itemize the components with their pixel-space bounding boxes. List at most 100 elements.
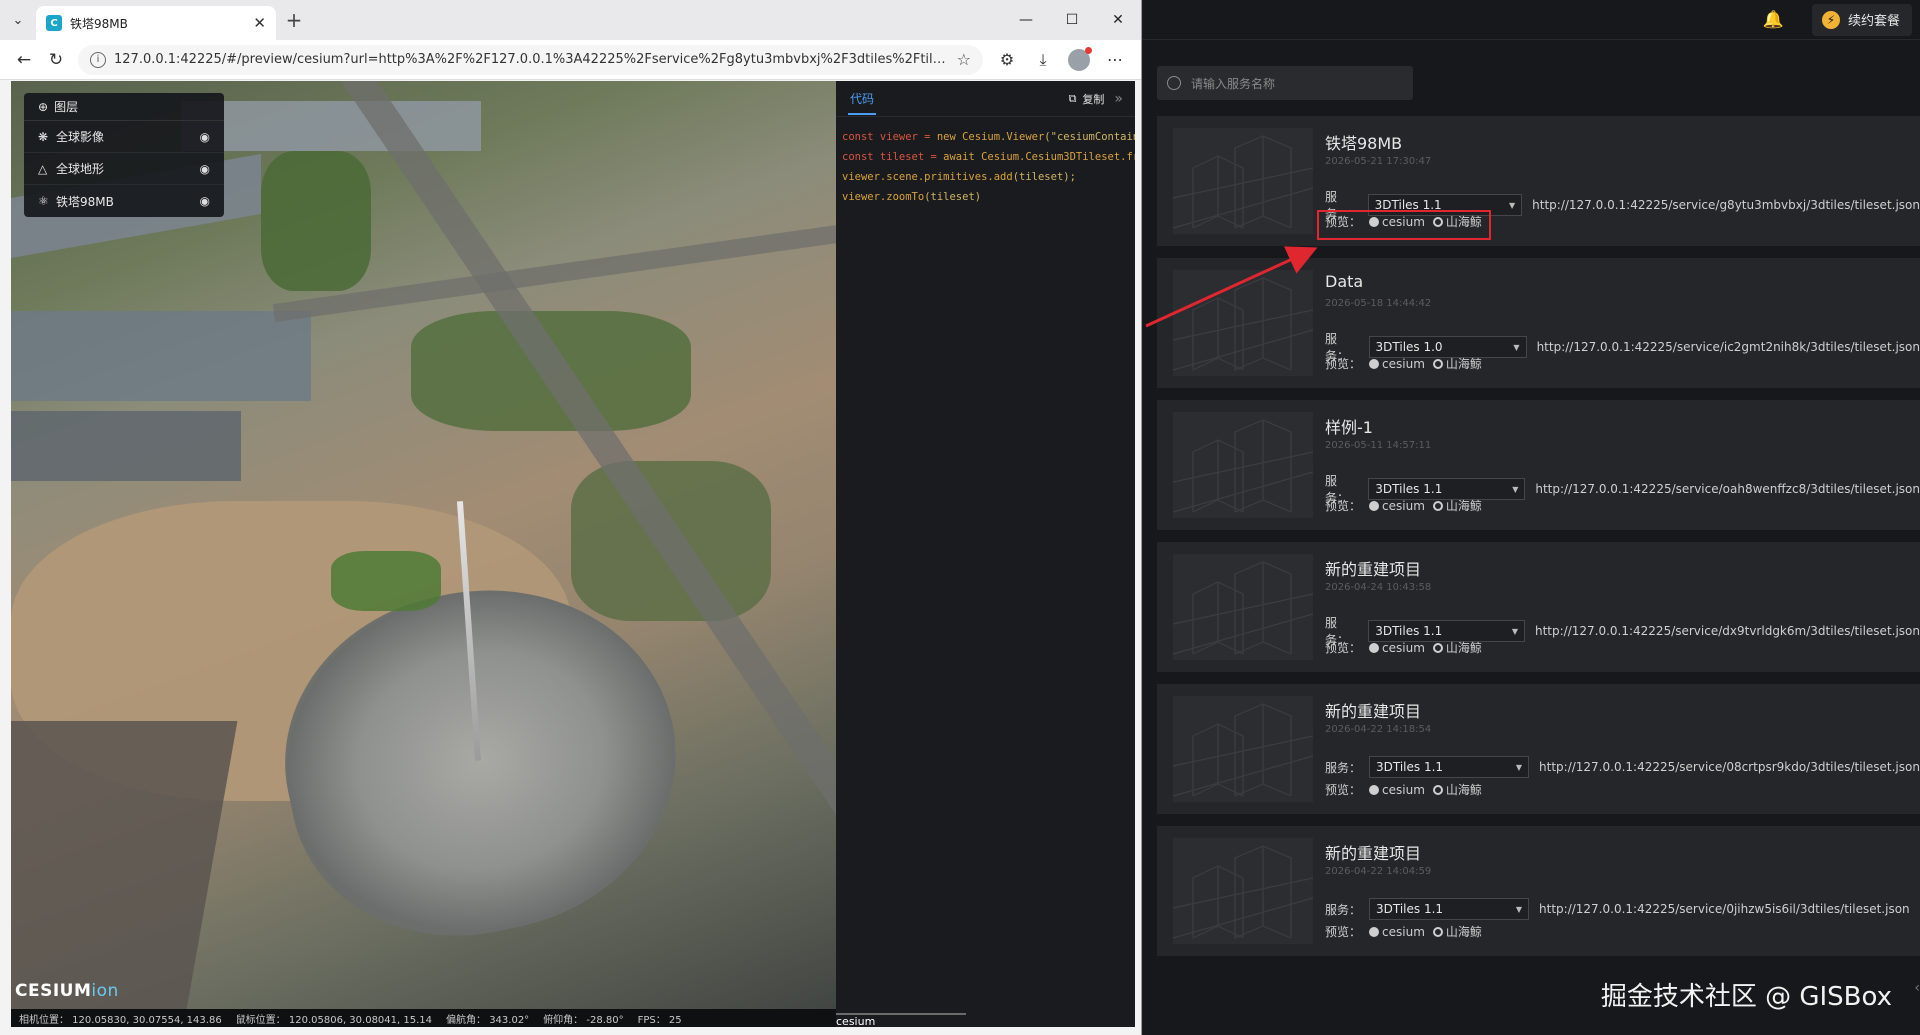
url-field[interactable]: i 127.0.0.1:42225/#/preview/cesium?url=h… <box>78 44 983 75</box>
new-tab-icon[interactable]: + <box>276 8 312 32</box>
preview-shanhai-label: 山海鲸 <box>1445 357 1482 371</box>
renew-plan-button[interactable]: ⚡ 续约套餐 <box>1811 3 1912 36</box>
code-editor[interactable]: const viewer = new Cesium.Viewer("cesium… <box>836 117 1135 217</box>
back-icon[interactable]: ← <box>8 50 40 70</box>
browser-tab[interactable]: C 铁塔98MB ✕ <box>36 6 276 40</box>
aerial-building <box>11 311 311 401</box>
service-card[interactable]: 新的重建项目 2026-04-22 14:04:59 服务： 3DTiles 1.1 ▼… <box>1157 826 1920 956</box>
service-card[interactable]: 新的重建项目 2026-04-22 14:18:54 服务： 3DTiles 1.1 ▼… <box>1157 684 1920 814</box>
code-panel: 代码 ⧉ 复制 » const viewer = new Cesium.View… <box>836 81 1135 1027</box>
aerial-trees <box>331 551 441 611</box>
code-line: viewer.scene.primitives.add(tileset); <box>842 171 1076 183</box>
layer-item-model[interactable]: ⚛ 铁塔98MB ◉ <box>24 185 224 217</box>
aerial-building <box>11 721 238 1021</box>
service-url[interactable]: http://127.0.0.1:42225/service/ic2gmt2ni… <box>1537 340 1920 354</box>
service-version-select[interactable]: 3DTiles 1.1 ▼ <box>1369 898 1530 920</box>
minimize-icon[interactable]: — <box>1003 0 1049 40</box>
preview-cesium-label: cesium <box>1382 356 1425 371</box>
service-url[interactable]: http://127.0.0.1:42225/service/g8ytu3mbv… <box>1532 198 1920 212</box>
preview-cesium-link[interactable]: cesium <box>1369 357 1425 371</box>
chevron-down-icon: ▼ <box>1513 342 1520 352</box>
collapse-panel-icon[interactable]: » <box>1114 91 1123 107</box>
service-thumbnail <box>1173 412 1313 518</box>
cesium-ion-logo[interactable]: CESIUMion <box>15 981 119 1001</box>
service-title: 新的重建项目 <box>1325 702 1422 721</box>
visibility-eye-icon[interactable]: ◉ <box>200 130 210 144</box>
download-icon[interactable]: ⤓ <box>1025 50 1061 70</box>
renew-label: 续约套餐 <box>1847 14 1900 29</box>
address-bar: ← ↻ i 127.0.0.1:42225/#/preview/cesium?u… <box>0 40 1141 80</box>
extensions-icon[interactable]: ⚙ <box>989 50 1025 69</box>
tab-code[interactable]: 代码 <box>848 82 877 115</box>
preview-shanhai-link[interactable]: 山海鲸 <box>1432 639 1482 656</box>
service-title: 新的重建项目 <box>1325 560 1422 579</box>
tab-actions-menu-icon[interactable]: ⌄ <box>0 0 36 40</box>
maximize-icon[interactable]: ☐ <box>1049 0 1095 40</box>
select-value: 3DTiles 1.1 <box>1375 482 1443 496</box>
preview-cesium-link[interactable]: cesium <box>1369 641 1425 655</box>
service-url[interactable]: http://127.0.0.1:42225/service/0jihzw5is… <box>1539 902 1910 916</box>
layer-label: 全球影像 <box>56 130 105 144</box>
preview-shanhai-link[interactable]: 山海鲸 <box>1432 355 1482 372</box>
visibility-eye-icon[interactable]: ◉ <box>200 194 210 208</box>
service-title: 铁塔98MB <box>1325 134 1403 153</box>
service-row: 服务： 3DTiles 1.1 ▼ http://127.0.0.1:42225/se… <box>1325 898 1910 920</box>
close-window-icon[interactable]: ✕ <box>1095 0 1141 40</box>
search-icon <box>1167 76 1181 90</box>
service-url[interactable]: http://127.0.0.1:42225/service/08crtpsr9… <box>1539 760 1920 774</box>
reload-icon[interactable]: ↻ <box>40 50 72 70</box>
shanhai-icon <box>1432 358 1443 369</box>
aerial-building <box>11 411 241 481</box>
preview-cesium-link[interactable]: cesium <box>1369 925 1425 939</box>
highlight-box <box>1317 210 1491 240</box>
select-value: 3DTiles 1.1 <box>1376 902 1444 916</box>
search-input[interactable]: 请输入服务名称 <box>1157 66 1413 100</box>
layer-item-imagery[interactable]: ❋ 全球影像 ◉ <box>24 121 224 153</box>
service-thumbnail <box>1173 554 1313 660</box>
camera-position: 相机位置： 120.05830, 30.07554, 143.86 <box>19 1014 222 1026</box>
gisbox-panel: 🔔 ⚡ 续约套餐 请输入服务名称 铁塔98MB 2026-05-21 17:30:… <box>1143 0 1920 1035</box>
preview-label: 预览： <box>1325 783 1362 797</box>
service-card[interactable]: 样例-1 2026-05-11 14:57:11 服务： 3DTiles 1.1 ▼ ht… <box>1157 400 1920 530</box>
profile-avatar-icon[interactable] <box>1068 46 1092 71</box>
imagery-icon: ❋ <box>38 129 49 144</box>
shanhai-icon <box>1432 926 1443 937</box>
scroll-handle-icon[interactable]: ‹ <box>1914 980 1920 996</box>
service-card[interactable]: 新的重建项目 2026-04-24 10:43:58 服务： 3DTiles 1.1 ▼… <box>1157 542 1920 672</box>
close-tab-icon[interactable]: ✕ <box>253 14 266 32</box>
search-placeholder: 请输入服务名称 <box>1191 76 1276 91</box>
service-label: 服务： <box>1325 902 1362 917</box>
cesium-icon <box>1369 358 1380 369</box>
service-version-select[interactable]: 3DTiles 1.1 ▼ <box>1369 756 1530 778</box>
pitch-readout: 俯仰角： -28.80° <box>543 1014 624 1026</box>
preview-label: 预览： <box>1325 499 1362 513</box>
copy-button[interactable]: ⧉ 复制 <box>1069 91 1105 107</box>
chevron-down-icon: ▼ <box>1515 904 1523 914</box>
preview-cesium-link[interactable]: cesium <box>1369 783 1425 797</box>
layer-item-terrain[interactable]: △ 全球地形 ◉ <box>24 153 224 185</box>
code-line: const tileset = await Cesium.Cesium3DTil… <box>842 151 1135 163</box>
cesium-icon <box>1369 926 1380 937</box>
service-url[interactable]: http://127.0.0.1:42225/service/dx9tvrldg… <box>1535 624 1920 638</box>
visibility-eye-icon[interactable]: ◉ <box>200 162 210 176</box>
shanhai-icon <box>1432 784 1443 795</box>
more-options-icon[interactable]: ⋯ <box>1097 50 1133 69</box>
site-info-icon[interactable]: i <box>90 51 106 68</box>
watermark-text: 掘金技术社区 @ GISBox <box>1600 982 1892 1012</box>
preview-cesium-link[interactable]: cesium <box>1369 499 1425 513</box>
preview-shanhai-label: 山海鲸 <box>1445 499 1482 513</box>
preview-shanhai-link[interactable]: 山海鲸 <box>1432 497 1482 514</box>
favorite-star-icon[interactable]: ☆ <box>957 50 971 69</box>
preview-shanhai-link[interactable]: 山海鲸 <box>1432 923 1482 940</box>
cesium-3d-scene[interactable]: ⊕ 图层 ❋ 全球影像 ◉ △ 全球地形 ◉ ⚛ 铁塔98MB ◉ CESIUM… <box>11 81 836 1027</box>
preview-shanhai-link[interactable]: 山海鲸 <box>1432 781 1482 798</box>
layer-label: 铁塔98MB <box>56 194 114 209</box>
code-panel-header: 代码 ⧉ 复制 » <box>836 81 1135 117</box>
bell-icon[interactable]: 🔔 <box>1763 10 1784 30</box>
model-icon: ⚛ <box>38 194 49 208</box>
service-date: 2026-04-22 14:18:54 <box>1325 724 1432 735</box>
service-card[interactable]: 铁塔98MB 2026-05-21 17:30:47 服务： 3DTiles 1.1 ▼… <box>1157 116 1920 246</box>
service-label: 服务： <box>1325 760 1362 775</box>
code-line: const viewer = new Cesium.Viewer("cesium… <box>842 131 1135 143</box>
service-url[interactable]: http://127.0.0.1:42225/service/oah8wenff… <box>1535 482 1920 496</box>
